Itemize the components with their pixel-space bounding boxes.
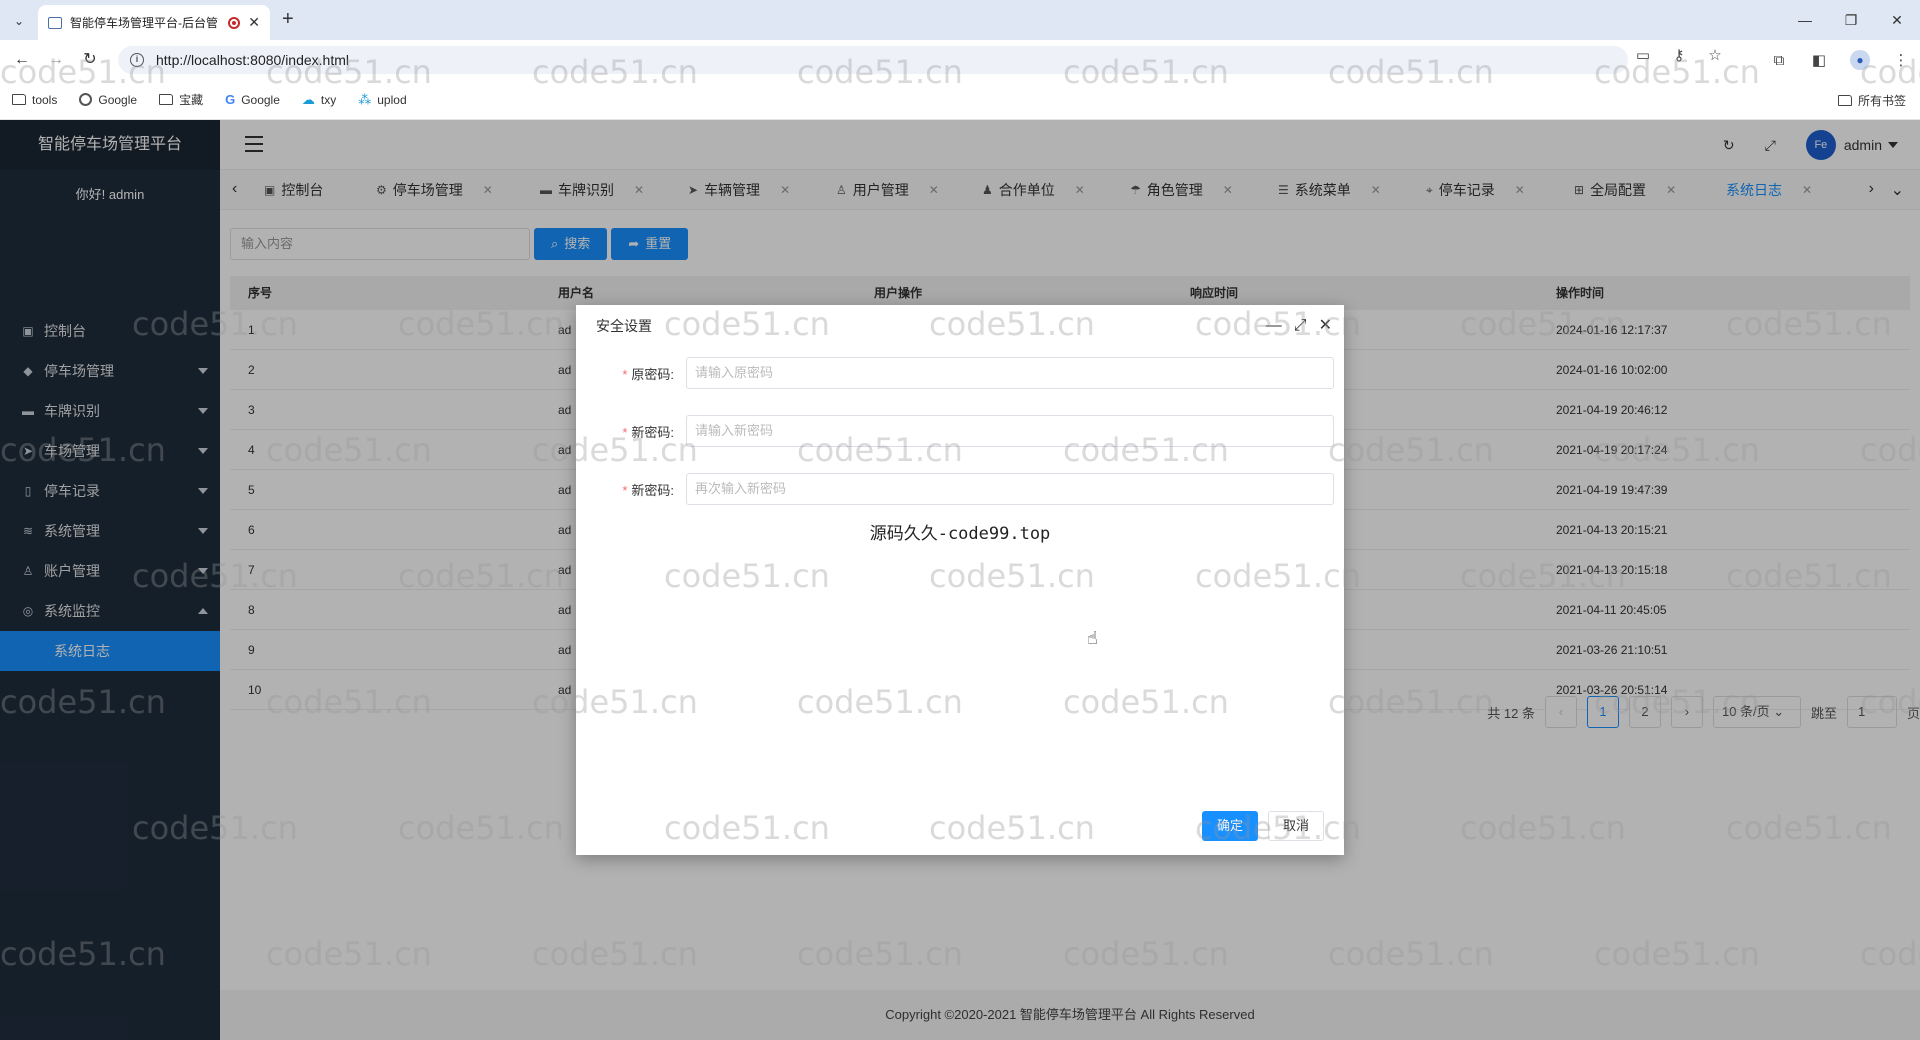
bookmark-star-icon[interactable]: ☆: [1706, 46, 1724, 64]
key-icon[interactable]: ⚷: [1670, 46, 1688, 64]
cluster-icon: ⁂: [358, 91, 372, 107]
omnibox-actions: ▭ ⚷ ☆: [1634, 46, 1724, 64]
old-password-input[interactable]: 请输入原密码: [686, 357, 1334, 389]
bookmark-tools[interactable]: tools: [12, 93, 57, 107]
hand-cursor-icon: ☝: [1087, 628, 1098, 648]
bookmark-treasure[interactable]: 宝藏: [159, 91, 203, 108]
label-text: 新密码:: [631, 482, 674, 498]
profile-icon[interactable]: ●: [1850, 50, 1870, 70]
confirm-password-input[interactable]: 再次输入新密码: [686, 473, 1334, 505]
required-mark: *: [622, 366, 628, 382]
site-info-icon[interactable]: i: [130, 53, 144, 67]
camera-icon[interactable]: ▭: [1634, 46, 1652, 64]
old-password-row: * 原密码: 请输入原密码: [596, 357, 1334, 389]
new-password-input[interactable]: 请输入新密码: [686, 415, 1334, 447]
bookmark-txy[interactable]: ☁ txy: [302, 92, 336, 108]
url-input[interactable]: i http://localhost:8080/index.html: [118, 46, 1628, 74]
browser-tab[interactable]: 智能停车场管理平台-后台管 ✕: [38, 5, 270, 40]
bookmark-label: txy: [320, 92, 337, 107]
dialog-header: 安全设置 — ⤢ ✕: [576, 305, 1344, 347]
browser-tabstrip: ⌄ 智能停车场管理平台-后台管 ✕ + — ❐ ✕: [0, 0, 1920, 40]
forward-icon[interactable]: →: [44, 48, 68, 72]
globe-icon: [79, 93, 93, 106]
folder-icon: [1837, 95, 1852, 106]
address-bar-row: ← → ↻ i http://localhost:8080/index.html…: [0, 40, 1920, 80]
form-label: * 新密码:: [596, 480, 686, 499]
restore-icon[interactable]: ❐: [1828, 0, 1874, 40]
form-label: * 原密码:: [596, 364, 686, 383]
cloud-icon: ☁: [301, 91, 315, 107]
dialog-note: 源码久久-code99.top: [869, 524, 1051, 544]
dialog-footer: 确定 取消: [1201, 811, 1324, 841]
bookmark-label: tools: [32, 92, 58, 107]
bookmarks-bar: tools Google 宝藏 G Google ☁ txy ⁂ uplod 所…: [0, 80, 1920, 120]
sidepanel-icon[interactable]: ◧: [1810, 51, 1828, 69]
tab-search-icon[interactable]: ⌄: [8, 10, 30, 32]
security-settings-dialog: 安全设置 — ⤢ ✕ * 原密码: 请输入原密码 * 新密码: 请输入新密码 * 新密…: [576, 305, 1344, 855]
all-bookmarks[interactable]: 所有书签: [1837, 92, 1906, 109]
window-controls: — ❐ ✕: [1782, 0, 1920, 40]
label-text: 新密码:: [631, 424, 674, 440]
reload-icon[interactable]: ↻: [78, 48, 102, 72]
confirm-password-row: * 新密码: 再次输入新密码: [596, 473, 1334, 505]
form-label: * 新密码:: [596, 422, 686, 441]
browser-toolbar: ⧉ ◧ ● ⋮: [1770, 50, 1910, 70]
bookmark-label: uplod: [377, 92, 407, 107]
recording-icon: [228, 16, 241, 29]
window-close-icon[interactable]: ✕: [1874, 0, 1920, 40]
url-text: http://localhost:8080/index.html: [156, 52, 350, 68]
google-icon: G: [225, 92, 236, 107]
new-tab-icon[interactable]: +: [282, 8, 294, 31]
page-favicon-icon: [48, 16, 62, 29]
required-mark: *: [622, 482, 628, 498]
minimize-icon[interactable]: —: [1266, 305, 1282, 347]
cancel-button[interactable]: 取消: [1267, 811, 1324, 841]
bookmark-label: 宝藏: [179, 93, 204, 107]
confirm-button[interactable]: 确定: [1201, 811, 1258, 841]
close-icon[interactable]: ✕: [1319, 305, 1332, 347]
dialog-title: 安全设置: [596, 318, 652, 334]
minimize-icon[interactable]: —: [1782, 0, 1828, 40]
bookmark-label: Google: [241, 92, 280, 107]
all-bookmarks-label: 所有书签: [1857, 94, 1906, 108]
tab-close-icon[interactable]: ✕: [248, 14, 260, 31]
bookmark-google-2[interactable]: G Google: [225, 92, 280, 107]
folder-icon: [159, 94, 174, 105]
new-password-row: * 新密码: 请输入新密码: [596, 415, 1334, 447]
bookmark-google[interactable]: Google: [79, 93, 137, 107]
browser-tab-title: 智能停车场管理平台-后台管: [70, 16, 218, 30]
extensions-icon[interactable]: ⧉: [1770, 52, 1788, 69]
label-text: 原密码:: [631, 366, 674, 382]
browser-menu-icon[interactable]: ⋮: [1892, 51, 1910, 69]
bookmark-uplod[interactable]: ⁂ uplod: [358, 92, 406, 108]
required-mark: *: [622, 424, 628, 440]
back-icon[interactable]: ←: [10, 48, 34, 72]
bookmark-label: Google: [98, 92, 138, 107]
maximize-icon[interactable]: ⤢: [1294, 305, 1307, 347]
folder-icon: [12, 94, 26, 105]
dialog-controls: — ⤢ ✕: [1266, 305, 1332, 347]
